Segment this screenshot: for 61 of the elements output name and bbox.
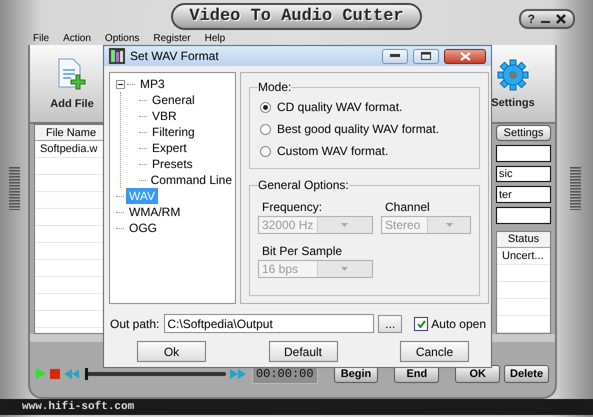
close-icon: [460, 52, 470, 60]
browse-button[interactable]: ...: [378, 314, 402, 332]
radio-option[interactable]: Custom WAV format.: [258, 140, 471, 162]
mode-group: Mode: CD quality WAV format. Best good quality WAV format. Custom WAV format.: [249, 80, 480, 169]
dialog-button[interactable]: Cancle: [400, 341, 469, 362]
tree-item[interactable]: OGG: [126, 220, 160, 236]
help-button[interactable]: ?: [526, 12, 537, 26]
grip-drawing[interactable]: [8, 167, 20, 210]
field-label: Out path:: [109, 316, 160, 330]
menu-item[interactable]: Help: [204, 32, 226, 44]
minimize-icon: [390, 54, 400, 58]
text-field[interactable]: sic: [496, 166, 551, 182]
dialog-button[interactable]: Default: [268, 341, 338, 362]
website-link[interactable]: www.hifi-soft.com: [22, 401, 134, 413]
caret-icon: [446, 223, 452, 227]
tree-item[interactable]: Filtering: [149, 124, 198, 140]
menu-item[interactable]: Options: [104, 32, 140, 44]
add-file-icon: [57, 58, 87, 92]
gear-icon: [497, 58, 529, 90]
tree-item[interactable]: MP3: [137, 76, 168, 92]
radio-option[interactable]: Best good quality WAV format.: [258, 118, 471, 140]
settings-button[interactable]: Settings: [496, 125, 551, 141]
dialog-title: Set WAV Format: [130, 49, 220, 63]
menu-item[interactable]: Register: [153, 32, 191, 44]
grip-drawing[interactable]: [570, 167, 580, 210]
slider-thumb[interactable]: [85, 368, 88, 380]
close-button[interactable]: [444, 48, 486, 64]
tree-item[interactable]: WMA/RM: [126, 204, 184, 220]
checkbox[interactable]: [414, 316, 428, 330]
checkbox-label[interactable]: Auto open: [431, 316, 486, 330]
caret-icon: [341, 267, 348, 271]
path-field[interactable]: C:\Softpedia\Output: [164, 314, 374, 333]
minimize-button[interactable]: [382, 48, 408, 64]
text-field[interactable]: [496, 144, 551, 162]
column-header[interactable]: Status: [497, 232, 550, 248]
caret-icon: [341, 223, 348, 227]
close-button[interactable]: [554, 12, 568, 26]
collapse-icon[interactable]: [116, 80, 125, 88]
tree-item[interactable]: Presets: [149, 156, 196, 172]
maximize-icon: [421, 52, 431, 60]
minimize-icon: [541, 21, 550, 23]
tree-item[interactable]: Expert: [149, 140, 190, 156]
text-field[interactable]: ter: [496, 186, 551, 204]
tree-item[interactable]: General: [149, 92, 198, 108]
field-label: Bit Per Sample: [261, 244, 344, 258]
dialog-button[interactable]: Ok: [137, 341, 206, 362]
field-label: Channel: [384, 200, 431, 214]
menu-item[interactable]: Action: [63, 32, 91, 44]
close-icon: [556, 14, 566, 24]
app-icon: [109, 48, 125, 64]
tree-item[interactable]: Command Line: [148, 172, 235, 188]
text-field[interactable]: [496, 207, 551, 224]
options-group: General Options: Frequency: Channel 32000 Hz Stereo Bit Per Sample 16 bps: [249, 178, 480, 296]
action-button[interactable]: Delete: [504, 364, 549, 382]
radio-option[interactable]: CD quality WAV format.: [258, 96, 471, 118]
menu-item[interactable]: File: [33, 32, 50, 44]
table-cell: Uncert...: [497, 248, 550, 265]
maximize-button[interactable]: [413, 48, 439, 64]
field-label: Frequency:: [261, 200, 324, 214]
tree-item[interactable]: VBR: [149, 108, 180, 124]
app-title: Video To Audio Cutter: [171, 3, 422, 30]
